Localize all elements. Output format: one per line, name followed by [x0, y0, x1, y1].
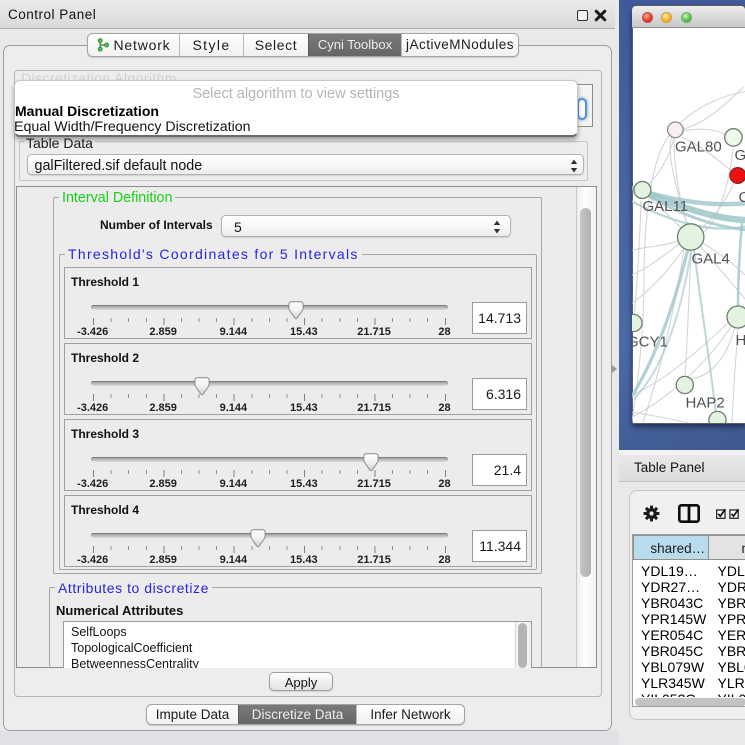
svg-text:GAL11: GAL11 [643, 198, 689, 215]
svg-text:GAL80: GAL80 [675, 139, 722, 156]
svg-text:CY: CY [739, 189, 745, 206]
svg-text:HI: HI [736, 332, 745, 349]
svg-text:GA: GA [735, 147, 745, 164]
svg-text:GCY1: GCY1 [632, 334, 668, 351]
svg-text:HAP2: HAP2 [686, 395, 725, 412]
svg-text:GAL4: GAL4 [692, 251, 730, 268]
